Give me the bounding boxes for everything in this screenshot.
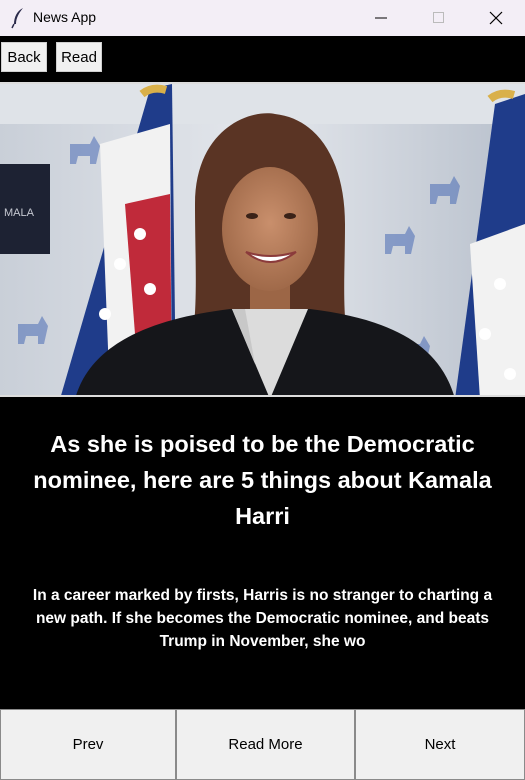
maximize-button[interactable] <box>410 0 468 36</box>
toolbar: Back Read <box>0 36 525 81</box>
window-title: News App <box>33 9 97 25</box>
next-button[interactable]: Next <box>355 709 525 780</box>
prev-button[interactable]: Prev <box>0 709 176 780</box>
read-more-button[interactable]: Read More <box>176 709 355 780</box>
svg-text:MALA: MALA <box>4 207 35 219</box>
read-button[interactable]: Read <box>56 42 102 72</box>
minimize-icon <box>375 17 387 19</box>
back-button[interactable]: Back <box>1 42 47 72</box>
article-headline: As she is poised to be the Democratic no… <box>33 431 492 529</box>
minimize-button[interactable] <box>352 0 410 36</box>
article-summary: In a career marked by firsts, Harris is … <box>32 587 493 650</box>
feather-icon <box>11 8 23 29</box>
close-icon <box>489 11 503 25</box>
maximize-icon <box>433 12 444 23</box>
navigation-bar: Prev Read More Next <box>0 709 525 780</box>
close-button[interactable] <box>467 0 525 36</box>
article-photo: MALA <box>0 84 525 395</box>
article-image: MALA <box>0 82 525 397</box>
title-bar: News App <box>0 0 525 36</box>
